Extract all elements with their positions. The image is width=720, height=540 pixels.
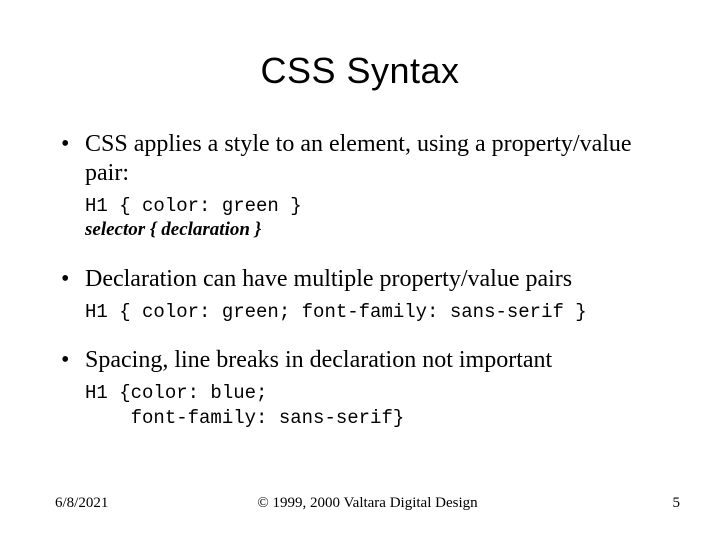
footer-copyright: © 1999, 2000 Valtara Digital Design bbox=[55, 495, 680, 512]
slide-title: CSS Syntax bbox=[0, 50, 720, 92]
bullet-2: Declaration can have multiple property/v… bbox=[55, 265, 680, 294]
code-example-2: H1 { color: green; font-family: sans-ser… bbox=[85, 300, 680, 325]
slide-body: CSS applies a style to an element, using… bbox=[55, 130, 680, 431]
slide: CSS Syntax CSS applies a style to an ele… bbox=[0, 0, 720, 540]
slide-footer: 6/8/2021 © 1999, 2000 Valtara Digital De… bbox=[55, 495, 680, 512]
bullet-1: CSS applies a style to an element, using… bbox=[55, 130, 680, 188]
bullet-3: Spacing, line breaks in declaration not … bbox=[55, 346, 680, 375]
code-example-3: H1 {color: blue; font-family: sans-serif… bbox=[85, 381, 680, 430]
code-example-1: H1 { color: green } bbox=[85, 194, 680, 219]
footer-date: 6/8/2021 bbox=[55, 495, 108, 512]
annotation-1: selector { declaration } bbox=[85, 218, 680, 243]
footer-page-number: 5 bbox=[673, 495, 681, 512]
